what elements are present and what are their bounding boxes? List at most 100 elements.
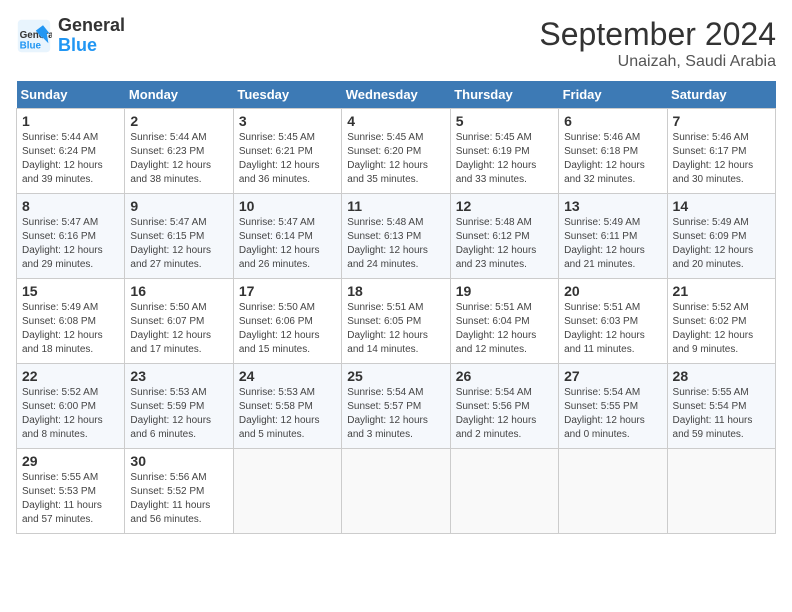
day-cell: 10Sunrise: 5:47 AM Sunset: 6:14 PM Dayli… bbox=[233, 194, 341, 279]
day-cell: 25 Sunrise: 5:54 AM Sunset: 5:57 PM Dayli… bbox=[342, 364, 450, 449]
day-info: Sunrise: 5:46 AM Sunset: 6:18 PM Dayligh… bbox=[564, 131, 661, 187]
col-header-friday: Friday bbox=[559, 81, 667, 109]
day-cell: 28 Sunrise: 5:55 AM Sunset: 5:54 PM Dayli… bbox=[667, 364, 775, 449]
day-info: Sunrise: 5:45 AM Sunset: 6:19 PM Dayligh… bbox=[456, 131, 553, 187]
day-number: 23 bbox=[130, 368, 227, 384]
day-cell: 30 Sunrise: 5:56 AM Sunset: 5:52 PM Dayli… bbox=[125, 449, 233, 534]
day-number: 11 bbox=[347, 198, 444, 214]
day-info: Sunrise: 5:49 AM Sunset: 6:09 PM Dayligh… bbox=[673, 216, 770, 272]
day-info: Sunrise: 5:46 AM Sunset: 6:17 PM Dayligh… bbox=[673, 131, 770, 187]
location-subtitle: Unaizah, Saudi Arabia bbox=[539, 53, 776, 71]
day-cell: 26 Sunrise: 5:54 AM Sunset: 5:56 PM Dayli… bbox=[450, 364, 558, 449]
day-info: Sunrise: 5:45 AM Sunset: 6:21 PM Dayligh… bbox=[239, 131, 336, 187]
day-cell: 29 Sunrise: 5:55 AM Sunset: 5:53 PM Dayli… bbox=[17, 449, 125, 534]
day-cell: 11 Sunrise: 5:48 AM Sunset: 6:13 PM Dayli… bbox=[342, 194, 450, 279]
header-row: SundayMondayTuesdayWednesdayThursdayFrid… bbox=[17, 81, 776, 109]
day-info: Sunrise: 5:49 AM Sunset: 6:08 PM Dayligh… bbox=[22, 301, 119, 357]
day-cell: 16 Sunrise: 5:50 AM Sunset: 6:07 PM Dayli… bbox=[125, 279, 233, 364]
day-info: Sunrise: 5:44 AM Sunset: 6:24 PM Dayligh… bbox=[22, 131, 119, 187]
day-cell: 6Sunrise: 5:46 AM Sunset: 6:18 PM Daylig… bbox=[559, 109, 667, 194]
day-number: 24 bbox=[239, 368, 336, 384]
day-info: Sunrise: 5:47 AM Sunset: 6:14 PM Dayligh… bbox=[239, 216, 336, 272]
day-cell: 19Sunrise: 5:51 AM Sunset: 6:04 PM Dayli… bbox=[450, 279, 558, 364]
day-number: 27 bbox=[564, 368, 661, 384]
week-row-1: 1Sunrise: 5:44 AM Sunset: 6:24 PM Daylig… bbox=[17, 109, 776, 194]
day-number: 17 bbox=[239, 283, 336, 299]
day-info: Sunrise: 5:50 AM Sunset: 6:06 PM Dayligh… bbox=[239, 301, 336, 357]
day-cell: 4Sunrise: 5:45 AM Sunset: 6:20 PM Daylig… bbox=[342, 109, 450, 194]
day-number: 16 bbox=[130, 283, 227, 299]
day-info: Sunrise: 5:55 AM Sunset: 5:54 PM Dayligh… bbox=[673, 386, 770, 442]
day-info: Sunrise: 5:56 AM Sunset: 5:52 PM Dayligh… bbox=[130, 471, 227, 527]
day-info: Sunrise: 5:52 AM Sunset: 6:02 PM Dayligh… bbox=[673, 301, 770, 357]
day-number: 12 bbox=[456, 198, 553, 214]
day-info: Sunrise: 5:54 AM Sunset: 5:55 PM Dayligh… bbox=[564, 386, 661, 442]
day-number: 15 bbox=[22, 283, 119, 299]
day-cell: 17 Sunrise: 5:50 AM Sunset: 6:06 PM Dayli… bbox=[233, 279, 341, 364]
day-info: Sunrise: 5:55 AM Sunset: 5:53 PM Dayligh… bbox=[22, 471, 119, 527]
day-cell: 23 Sunrise: 5:53 AM Sunset: 5:59 PM Dayli… bbox=[125, 364, 233, 449]
day-cell: 27 Sunrise: 5:54 AM Sunset: 5:55 PM Dayli… bbox=[559, 364, 667, 449]
week-row-3: 15 Sunrise: 5:49 AM Sunset: 6:08 PM Dayli… bbox=[17, 279, 776, 364]
day-cell: 5 Sunrise: 5:45 AM Sunset: 6:19 PM Daylig… bbox=[450, 109, 558, 194]
day-number: 2 bbox=[130, 113, 227, 129]
day-number: 13 bbox=[564, 198, 661, 214]
day-number: 5 bbox=[456, 113, 553, 129]
day-info: Sunrise: 5:45 AM Sunset: 6:20 PM Dayligh… bbox=[347, 131, 444, 187]
day-number: 3 bbox=[239, 113, 336, 129]
day-cell bbox=[667, 449, 775, 534]
logo-text: General Blue bbox=[58, 16, 125, 56]
day-info: Sunrise: 5:47 AM Sunset: 6:15 PM Dayligh… bbox=[130, 216, 227, 272]
col-header-saturday: Saturday bbox=[667, 81, 775, 109]
day-cell: 8Sunrise: 5:47 AM Sunset: 6:16 PM Daylig… bbox=[17, 194, 125, 279]
day-cell bbox=[342, 449, 450, 534]
day-info: Sunrise: 5:50 AM Sunset: 6:07 PM Dayligh… bbox=[130, 301, 227, 357]
logo: General Blue General Blue bbox=[16, 16, 125, 56]
day-number: 21 bbox=[673, 283, 770, 299]
day-info: Sunrise: 5:54 AM Sunset: 5:56 PM Dayligh… bbox=[456, 386, 553, 442]
day-cell: 14 Sunrise: 5:49 AM Sunset: 6:09 PM Dayli… bbox=[667, 194, 775, 279]
day-info: Sunrise: 5:53 AM Sunset: 5:59 PM Dayligh… bbox=[130, 386, 227, 442]
day-cell bbox=[559, 449, 667, 534]
day-number: 22 bbox=[22, 368, 119, 384]
week-row-5: 29 Sunrise: 5:55 AM Sunset: 5:53 PM Dayli… bbox=[17, 449, 776, 534]
day-cell bbox=[450, 449, 558, 534]
day-info: Sunrise: 5:48 AM Sunset: 6:13 PM Dayligh… bbox=[347, 216, 444, 272]
logo-icon: General Blue bbox=[16, 18, 52, 54]
day-cell: 13 Sunrise: 5:49 AM Sunset: 6:11 PM Dayli… bbox=[559, 194, 667, 279]
day-info: Sunrise: 5:52 AM Sunset: 6:00 PM Dayligh… bbox=[22, 386, 119, 442]
day-info: Sunrise: 5:49 AM Sunset: 6:11 PM Dayligh… bbox=[564, 216, 661, 272]
day-number: 20 bbox=[564, 283, 661, 299]
day-cell: 15 Sunrise: 5:49 AM Sunset: 6:08 PM Dayli… bbox=[17, 279, 125, 364]
calendar-table: SundayMondayTuesdayWednesdayThursdayFrid… bbox=[16, 81, 776, 534]
day-number: 26 bbox=[456, 368, 553, 384]
day-info: Sunrise: 5:44 AM Sunset: 6:23 PM Dayligh… bbox=[130, 131, 227, 187]
day-info: Sunrise: 5:54 AM Sunset: 5:57 PM Dayligh… bbox=[347, 386, 444, 442]
day-info: Sunrise: 5:47 AM Sunset: 6:16 PM Dayligh… bbox=[22, 216, 119, 272]
svg-text:Blue: Blue bbox=[20, 40, 42, 51]
day-number: 18 bbox=[347, 283, 444, 299]
day-number: 29 bbox=[22, 453, 119, 469]
day-info: Sunrise: 5:51 AM Sunset: 6:04 PM Dayligh… bbox=[456, 301, 553, 357]
day-cell: 3 Sunrise: 5:45 AM Sunset: 6:21 PM Daylig… bbox=[233, 109, 341, 194]
day-number: 7 bbox=[673, 113, 770, 129]
week-row-2: 8Sunrise: 5:47 AM Sunset: 6:16 PM Daylig… bbox=[17, 194, 776, 279]
day-number: 28 bbox=[673, 368, 770, 384]
day-number: 30 bbox=[130, 453, 227, 469]
title-area: September 2024 Unaizah, Saudi Arabia bbox=[539, 16, 776, 71]
day-cell: 1Sunrise: 5:44 AM Sunset: 6:24 PM Daylig… bbox=[17, 109, 125, 194]
day-info: Sunrise: 5:51 AM Sunset: 6:05 PM Dayligh… bbox=[347, 301, 444, 357]
header: General Blue General Blue September 2024… bbox=[16, 16, 776, 71]
day-info: Sunrise: 5:51 AM Sunset: 6:03 PM Dayligh… bbox=[564, 301, 661, 357]
day-number: 25 bbox=[347, 368, 444, 384]
month-title: September 2024 bbox=[539, 16, 776, 53]
day-cell: 21 Sunrise: 5:52 AM Sunset: 6:02 PM Dayli… bbox=[667, 279, 775, 364]
day-number: 9 bbox=[130, 198, 227, 214]
day-number: 14 bbox=[673, 198, 770, 214]
day-cell: 12Sunrise: 5:48 AM Sunset: 6:12 PM Dayli… bbox=[450, 194, 558, 279]
week-row-4: 22 Sunrise: 5:52 AM Sunset: 6:00 PM Dayli… bbox=[17, 364, 776, 449]
col-header-wednesday: Wednesday bbox=[342, 81, 450, 109]
day-info: Sunrise: 5:53 AM Sunset: 5:58 PM Dayligh… bbox=[239, 386, 336, 442]
day-cell: 24 Sunrise: 5:53 AM Sunset: 5:58 PM Dayli… bbox=[233, 364, 341, 449]
day-cell: 9 Sunrise: 5:47 AM Sunset: 6:15 PM Daylig… bbox=[125, 194, 233, 279]
